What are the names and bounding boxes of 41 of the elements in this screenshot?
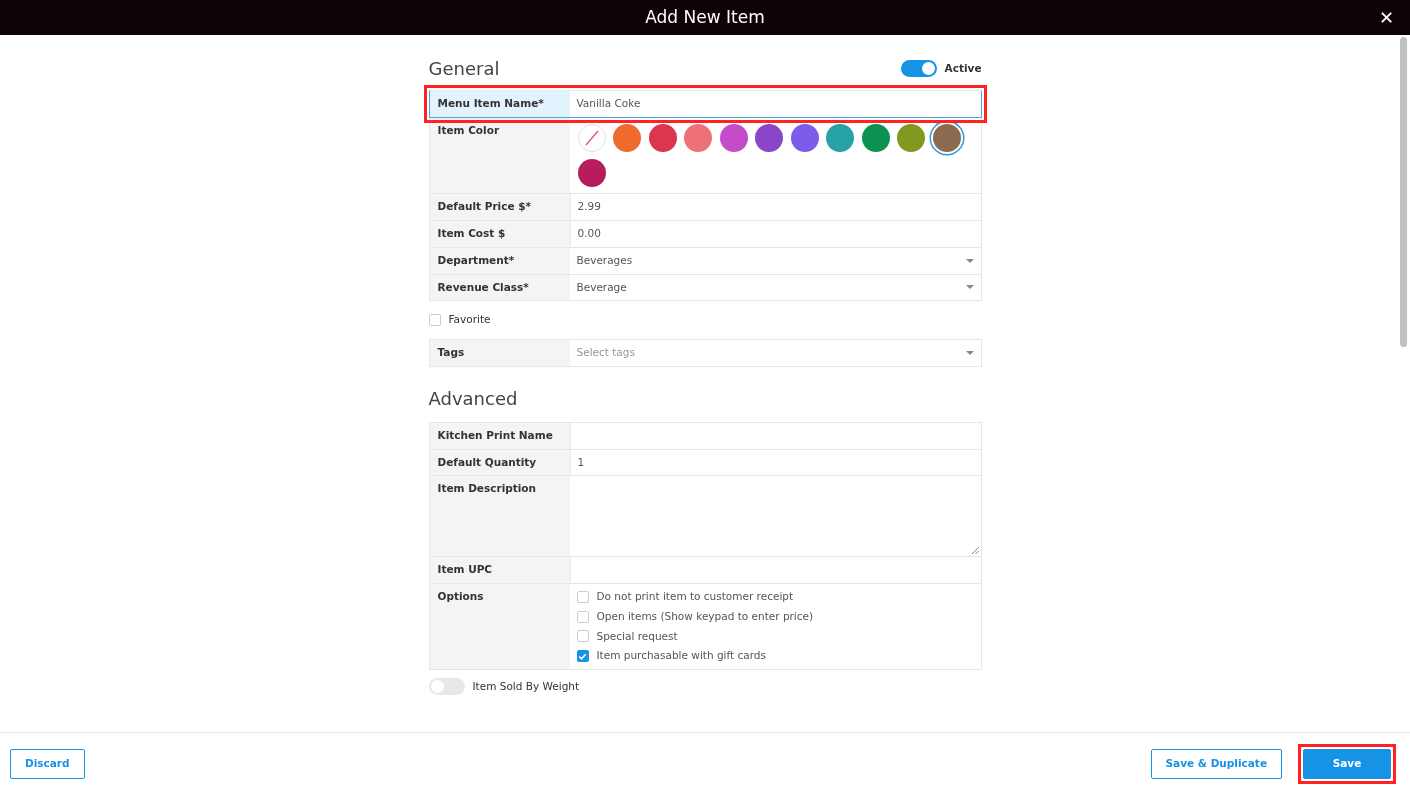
checkbox-label: Do not print item to customer receipt <box>596 589 794 604</box>
color-swatch[interactable] <box>932 123 961 152</box>
color-swatch[interactable] <box>897 123 925 152</box>
color-swatch[interactable] <box>684 123 712 152</box>
field-label: Item Color <box>429 117 570 194</box>
window-title: Add New Item <box>645 5 765 29</box>
color-swatch[interactable] <box>861 123 890 152</box>
color-swatch[interactable] <box>826 123 854 152</box>
checkbox[interactable] <box>576 590 589 603</box>
section-heading: General <box>428 57 500 81</box>
color-swatch[interactable] <box>755 123 783 152</box>
checkbox-label: Open items (Show keypad to enter price) <box>596 608 814 624</box>
field-label: Default Quantity <box>429 449 570 476</box>
resize-grip-icon[interactable] <box>971 547 979 555</box>
checkbox[interactable] <box>576 630 589 643</box>
color-swatch[interactable] <box>613 123 641 152</box>
checkbox[interactable] <box>576 610 589 623</box>
checkbox[interactable] <box>428 314 441 327</box>
checkbox-label: Item purchasable with gift cards <box>596 648 766 664</box>
toggle-knob[interactable] <box>921 62 935 75</box>
scrollbar-thumb[interactable] <box>1400 37 1407 347</box>
field-label: Kitchen Print Name <box>429 422 570 449</box>
close-button[interactable]: ✕ <box>1374 4 1398 31</box>
color-swatch[interactable] <box>719 123 748 152</box>
field-label: Menu Item Name* <box>429 91 570 117</box>
field-label: Options <box>429 584 570 669</box>
color-swatch[interactable] <box>577 159 606 188</box>
color-swatch[interactable] <box>648 123 677 152</box>
checkbox[interactable] <box>576 650 589 663</box>
field-label: Item UPC <box>429 557 570 583</box>
no-color-swatch[interactable] <box>577 123 606 152</box>
field-label: Default Price $* <box>429 194 570 220</box>
field-label: Item Cost $ <box>429 221 570 247</box>
color-swatch[interactable] <box>790 123 819 152</box>
section-heading: Advanced <box>428 386 519 411</box>
field-label: Item Description <box>429 476 570 557</box>
toggle-label: Active <box>944 60 982 76</box>
checkbox-label: Favorite <box>448 312 491 328</box>
toggle-label: Item Sold By Weight <box>472 678 580 694</box>
toggle-switch[interactable] <box>900 60 937 77</box>
checkbox-label: Special request <box>596 628 678 644</box>
